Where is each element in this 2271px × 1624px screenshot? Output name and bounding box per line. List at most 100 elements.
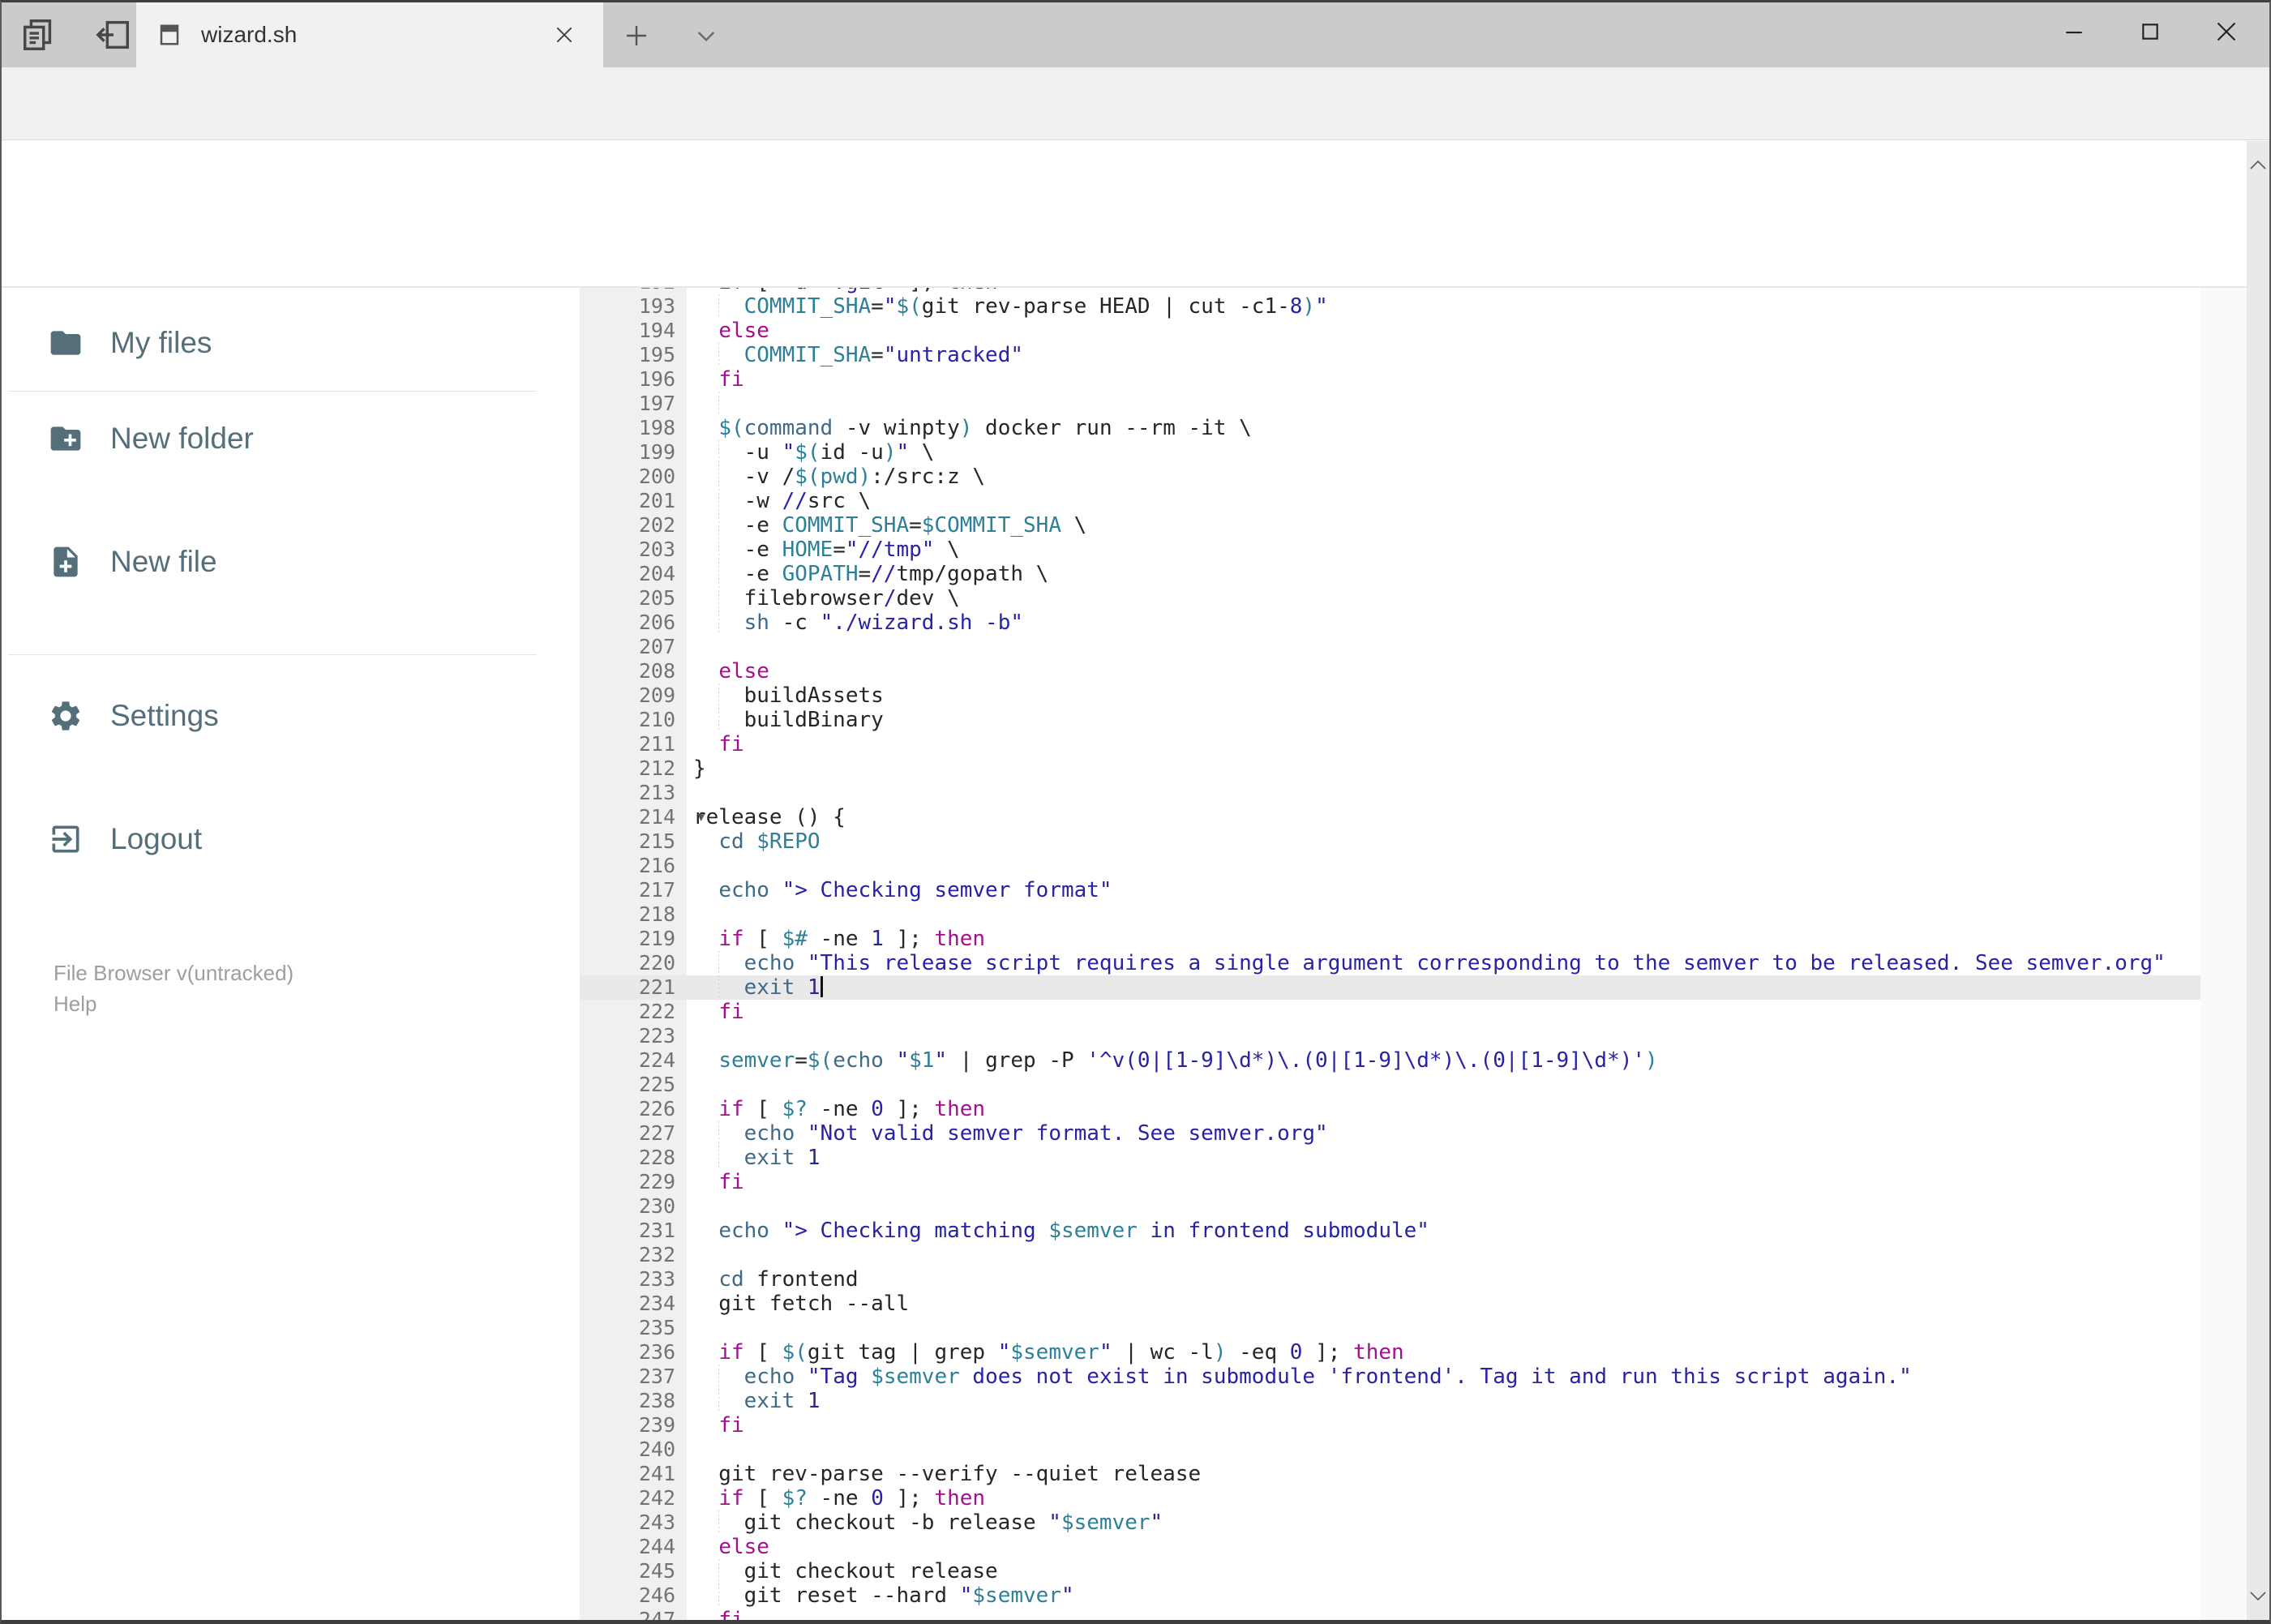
code-line-text[interactable]: if [ $? -ne 0 ]; then — [687, 1097, 2200, 1121]
code-line-text[interactable]: cd frontend — [687, 1267, 2200, 1292]
code-line-text[interactable]: semver=$(echo "$1" | grep -P '^v(0|[1-9]… — [687, 1048, 2200, 1073]
code-line-text[interactable]: buildBinary — [687, 708, 2200, 732]
code-line[interactable]: 210 buildBinary — [580, 708, 2200, 732]
code-line-text[interactable]: if [ -d ".git" ]; then — [687, 288, 2200, 294]
code-line[interactable]: 231 echo "> Checking matching $semver in… — [580, 1219, 2200, 1243]
code-line-text[interactable]: git reset --hard "$semver" — [687, 1583, 2200, 1608]
code-line[interactable]: 199 -u "$(id -u)" \ — [580, 440, 2200, 465]
code-line-text[interactable]: else — [687, 1535, 2200, 1559]
code-line[interactable]: 232 — [580, 1243, 2200, 1267]
code-line[interactable]: 207 — [580, 635, 2200, 659]
code-line-text[interactable]: -e COMMIT_SHA=$COMMIT_SHA \ — [687, 513, 2200, 538]
sidebar-item-new-folder[interactable]: New folder — [2, 409, 580, 468]
code-line-text[interactable]: COMMIT_SHA="untracked" — [687, 343, 2200, 367]
code-line-text[interactable] — [687, 1438, 2200, 1462]
code-line[interactable]: 228 exit 1 — [580, 1146, 2200, 1170]
scroll-up-button[interactable] — [2247, 152, 2269, 177]
code-line[interactable]: 192 if [ -d ".git" ]; then — [580, 288, 2200, 294]
code-line[interactable]: 206 sh -c "./wizard.sh -b" — [580, 611, 2200, 635]
code-line-text[interactable]: if [ $(git tag | grep "$semver" | wc -l)… — [687, 1340, 2200, 1365]
code-line-text[interactable]: fi — [687, 1170, 2200, 1194]
code-line-text[interactable]: echo "> Checking semver format" — [687, 878, 2200, 902]
code-line[interactable]: 235 — [580, 1316, 2200, 1340]
code-line[interactable]: 221 exit 1 — [580, 975, 2200, 1000]
code-line-text[interactable]: fi — [687, 1608, 2200, 1620]
code-line[interactable]: 215 cd $REPO — [580, 829, 2200, 854]
minimize-button[interactable] — [2036, 6, 2112, 58]
page-scrollbar[interactable] — [2247, 141, 2269, 1620]
code-line[interactable]: 219 if [ $# -ne 1 ]; then — [580, 927, 2200, 951]
code-line-text[interactable]: fi — [687, 367, 2200, 392]
code-line[interactable]: 247 fi — [580, 1608, 2200, 1620]
code-line[interactable]: 212} — [580, 756, 2200, 781]
code-line-text[interactable]: buildAssets — [687, 683, 2200, 708]
code-line-text[interactable]: if [ $# -ne 1 ]; then — [687, 927, 2200, 951]
code-line-text[interactable]: $(command -v winpty) docker run --rm -it… — [687, 416, 2200, 440]
code-line-text[interactable]: echo "Tag $semver does not exist in subm… — [687, 1365, 2200, 1389]
code-line-text[interactable]: sh -c "./wizard.sh -b" — [687, 611, 2200, 635]
code-line-text[interactable]: git checkout -b release "$semver" — [687, 1510, 2200, 1535]
code-line[interactable]: 240 — [580, 1438, 2200, 1462]
code-line-text[interactable]: -w //src \ — [687, 489, 2200, 513]
code-line-text[interactable] — [687, 1073, 2200, 1097]
code-line-text[interactable]: exit 1 — [687, 1389, 2200, 1413]
sidebar-item-settings[interactable]: Settings — [2, 687, 580, 745]
code-line-text[interactable]: } — [687, 756, 2200, 781]
code-line[interactable]: 225 — [580, 1073, 2200, 1097]
code-line[interactable]: 196 fi — [580, 367, 2200, 392]
code-line-text[interactable]: -u "$(id -u)" \ — [687, 440, 2200, 465]
code-line-text[interactable]: -e GOPATH=//tmp/gopath \ — [687, 562, 2200, 586]
code-line-text[interactable]: release () { — [687, 805, 2200, 829]
code-line[interactable]: 209 buildAssets — [580, 683, 2200, 708]
code-line[interactable]: 211 fi — [580, 732, 2200, 756]
code-line-text[interactable] — [687, 392, 2200, 416]
code-line[interactable]: 198 $(command -v winpty) docker run --rm… — [580, 416, 2200, 440]
code-line[interactable]: 246 git reset --hard "$semver" — [580, 1583, 2200, 1608]
sidebar-item-logout[interactable]: Logout — [2, 810, 580, 868]
code-line[interactable]: 216 — [580, 854, 2200, 878]
tab-preview-chevron-button[interactable] — [688, 17, 725, 54]
code-line-text[interactable]: git fetch --all — [687, 1292, 2200, 1316]
code-line[interactable]: 202 -e COMMIT_SHA=$COMMIT_SHA \ — [580, 513, 2200, 538]
code-line[interactable]: 201 -w //src \ — [580, 489, 2200, 513]
browser-tab[interactable]: wizard.sh — [136, 2, 603, 67]
code-line-text[interactable]: exit 1 — [687, 975, 2200, 1000]
code-line[interactable]: 195 COMMIT_SHA="untracked" — [580, 343, 2200, 367]
code-line[interactable]: 220 echo "This release script requires a… — [580, 951, 2200, 975]
code-line[interactable]: 200 -v /$(pwd):/src:z \ — [580, 465, 2200, 489]
close-window-button[interactable] — [2188, 6, 2265, 58]
code-line[interactable]: 243 git checkout -b release "$semver" — [580, 1510, 2200, 1535]
code-line[interactable]: 230 — [580, 1194, 2200, 1219]
code-line[interactable]: 203 -e HOME="//tmp" \ — [580, 538, 2200, 562]
code-line[interactable]: 237 echo "Tag $semver does not exist in … — [580, 1365, 2200, 1389]
help-link[interactable]: Help — [54, 988, 294, 1019]
code-line-text[interactable] — [687, 1194, 2200, 1219]
code-line[interactable]: 226 if [ $? -ne 0 ]; then — [580, 1097, 2200, 1121]
code-line[interactable]: 218 — [580, 902, 2200, 927]
code-line-text[interactable]: -v /$(pwd):/src:z \ — [687, 465, 2200, 489]
code-line[interactable]: 233 cd frontend — [580, 1267, 2200, 1292]
code-line-text[interactable]: fi — [687, 1413, 2200, 1438]
code-line-text[interactable]: fi — [687, 732, 2200, 756]
code-line[interactable]: 229 fi — [580, 1170, 2200, 1194]
code-line[interactable]: 234 git fetch --all — [580, 1292, 2200, 1316]
code-line-text[interactable] — [687, 1024, 2200, 1048]
code-line[interactable]: 193 COMMIT_SHA="$(git rev-parse HEAD | c… — [580, 294, 2200, 319]
maximize-button[interactable] — [2112, 6, 2188, 58]
scroll-down-button[interactable] — [2247, 1584, 2269, 1609]
tab-preview-button[interactable] — [16, 12, 62, 58]
new-tab-button[interactable] — [618, 17, 655, 54]
code-line[interactable]: 239 fi — [580, 1413, 2200, 1438]
code-line[interactable]: 204 -e GOPATH=//tmp/gopath \ — [580, 562, 2200, 586]
code-editor[interactable]: 192 if [ -d ".git" ]; then193 COMMIT_SHA… — [580, 288, 2200, 1620]
code-line-text[interactable] — [687, 854, 2200, 878]
code-line[interactable]: 227 echo "Not valid semver format. See s… — [580, 1121, 2200, 1146]
code-line-text[interactable] — [687, 781, 2200, 805]
code-line-text[interactable]: echo "> Checking matching $semver in fro… — [687, 1219, 2200, 1243]
tabs-set-aside-button[interactable] — [91, 12, 136, 58]
code-line[interactable]: 244 else — [580, 1535, 2200, 1559]
code-line[interactable]: 223 — [580, 1024, 2200, 1048]
code-line[interactable]: 197 — [580, 392, 2200, 416]
code-line-text[interactable]: filebrowser/dev \ — [687, 586, 2200, 611]
code-line-text[interactable]: else — [687, 319, 2200, 343]
